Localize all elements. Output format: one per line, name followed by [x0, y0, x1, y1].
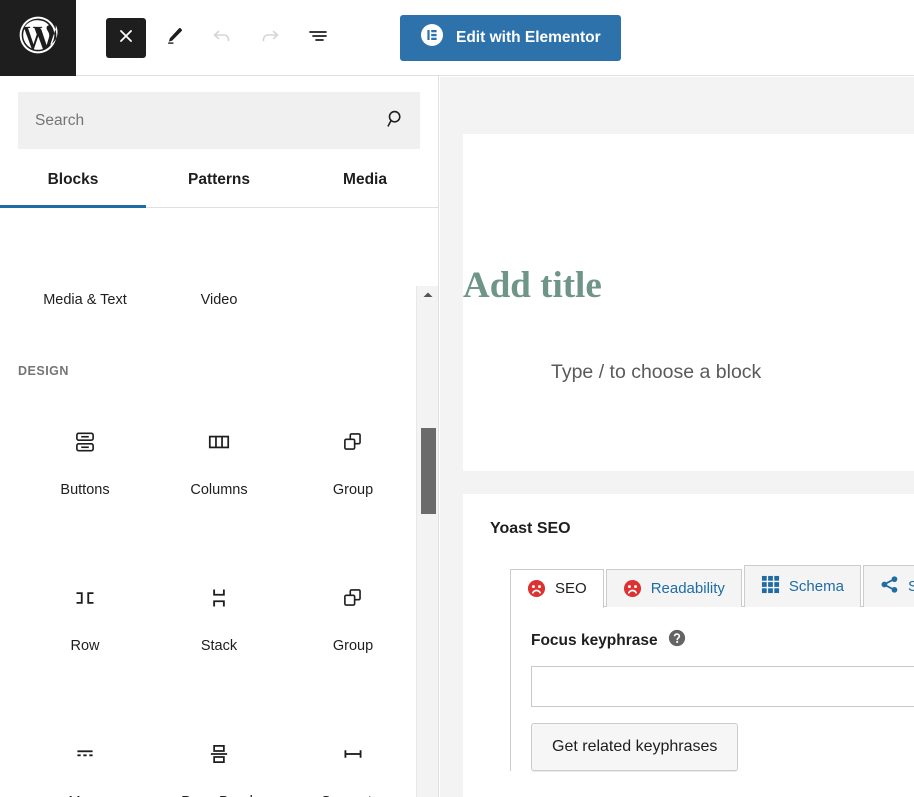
help-circle-icon[interactable] [668, 629, 686, 652]
focus-keyphrase-input[interactable] [531, 666, 914, 707]
elementor-icon [420, 23, 444, 52]
block-label: Buttons [60, 482, 110, 498]
block-row: Row Stack Group [18, 572, 420, 654]
yoast-tab-label: Readability [650, 580, 725, 597]
list-view-icon [306, 24, 330, 51]
wordpress-logo-icon [16, 13, 60, 62]
search-icon [385, 108, 407, 133]
sad-face-icon [527, 579, 546, 598]
buttons-icon [72, 422, 98, 462]
search-button[interactable] [373, 93, 419, 148]
yoast-panel-title: Yoast SEO [490, 520, 571, 537]
block-label: Stack [200, 638, 238, 654]
block-row-clipped: Media & Text Video [18, 286, 420, 308]
block-item-separator[interactable]: Separator [286, 728, 420, 797]
get-related-keyphrases-button[interactable]: Get related keyphrases [531, 723, 739, 771]
row-icon [72, 578, 98, 618]
elementor-button-label: Edit with Elementor [456, 28, 601, 46]
block-list-scroll-region: Media & Text Video DESIGN Buttons Column… [0, 286, 438, 797]
yoast-seo-panel: Yoast SEO SEO Readability Schema S Focus… [463, 494, 914, 797]
block-row: Buttons Columns Group [18, 416, 420, 498]
search-input[interactable] [19, 111, 373, 130]
close-inserter-button[interactable] [106, 17, 146, 58]
block-item-group-2[interactable]: Group [286, 572, 420, 654]
editor-top-bar: Edit with Elementor [0, 0, 914, 76]
tab-blocks[interactable]: Blocks [0, 171, 146, 208]
yoast-tab-label: SEO [555, 580, 587, 597]
block-row: More Page Break [18, 728, 420, 797]
focus-keyphrase-label-row: Focus keyphrase [531, 629, 914, 652]
search-box[interactable] [18, 92, 420, 149]
block-item-video[interactable]: Video [152, 286, 286, 308]
inserter-tabs: Blocks Patterns Media [0, 171, 438, 208]
yoast-tab-list: SEO Readability Schema S [510, 565, 914, 608]
block-label: Video [200, 292, 238, 308]
yoast-tab-schema[interactable]: Schema [743, 565, 861, 607]
stack-icon [206, 578, 232, 618]
yoast-tab-label: Social [907, 578, 914, 595]
share-icon [880, 575, 899, 598]
document-overview-button[interactable] [298, 18, 338, 58]
redo-button[interactable] [250, 18, 290, 58]
undo-button[interactable] [202, 18, 242, 58]
more-icon [72, 734, 98, 774]
post-editor-card: Add title Type / to choose a block [463, 134, 914, 471]
wordpress-block-editor: Edit with Elementor Blocks Patterns [0, 0, 914, 797]
page-break-icon [206, 734, 232, 774]
tab-patterns[interactable]: Patterns [146, 171, 292, 207]
block-item-group[interactable]: Group [286, 416, 420, 498]
wordpress-logo-button[interactable] [0, 0, 76, 76]
block-item-columns[interactable]: Columns [152, 416, 286, 498]
redo-arrow-icon [258, 24, 282, 51]
yoast-seo-tab-content: Focus keyphrase Get related keyphrases [510, 607, 914, 771]
editor-canvas: Add title Type / to choose a block Yoast… [440, 77, 914, 797]
post-body-placeholder[interactable]: Type / to choose a block [551, 361, 761, 384]
inserter-scrollbar[interactable] [416, 286, 438, 797]
yoast-tab-social[interactable]: Social [862, 565, 914, 607]
separator-icon [340, 734, 366, 774]
yoast-tab-readability[interactable]: Readability [605, 569, 742, 607]
edit-tool-button[interactable] [154, 18, 194, 58]
chevron-up-icon [422, 287, 434, 305]
block-list: Media & Text Video DESIGN Buttons Column… [0, 286, 438, 797]
block-label: Row [70, 638, 100, 654]
focus-keyphrase-label: Focus keyphrase [531, 631, 658, 649]
block-slot-empty [286, 286, 420, 308]
block-item-more[interactable]: More [18, 728, 152, 797]
post-title-placeholder[interactable]: Add title [463, 264, 602, 307]
block-label: Media & Text [43, 292, 127, 308]
block-inserter-panel: Blocks Patterns Media Media & Text Video… [0, 76, 439, 797]
scrollbar-thumb[interactable] [421, 428, 436, 514]
tab-media[interactable]: Media [292, 171, 438, 207]
undo-arrow-icon [210, 24, 234, 51]
editor-tools-group [106, 17, 338, 58]
scroll-up-button[interactable] [417, 286, 439, 306]
columns-icon [206, 422, 232, 462]
block-label: Group [332, 638, 374, 654]
block-label: Group [332, 482, 374, 498]
grid-icon [761, 575, 780, 598]
sad-face-icon [623, 579, 642, 598]
block-item-buttons[interactable]: Buttons [18, 416, 152, 498]
block-label: Columns [190, 482, 248, 498]
block-item-stack[interactable]: Stack [152, 572, 286, 654]
search-area [0, 76, 438, 149]
block-item-media-text[interactable]: Media & Text [18, 286, 152, 308]
group-icon [340, 422, 366, 462]
block-item-page-break[interactable]: Page Break [152, 728, 286, 797]
close-icon [116, 26, 136, 49]
yoast-tab-seo[interactable]: SEO [510, 569, 604, 608]
group-icon [340, 578, 366, 618]
edit-with-elementor-button[interactable]: Edit with Elementor [400, 14, 621, 61]
yoast-tab-label: Schema [788, 578, 844, 595]
pencil-icon [163, 25, 185, 50]
section-heading-design: DESIGN [18, 364, 69, 378]
block-item-row[interactable]: Row [18, 572, 152, 654]
